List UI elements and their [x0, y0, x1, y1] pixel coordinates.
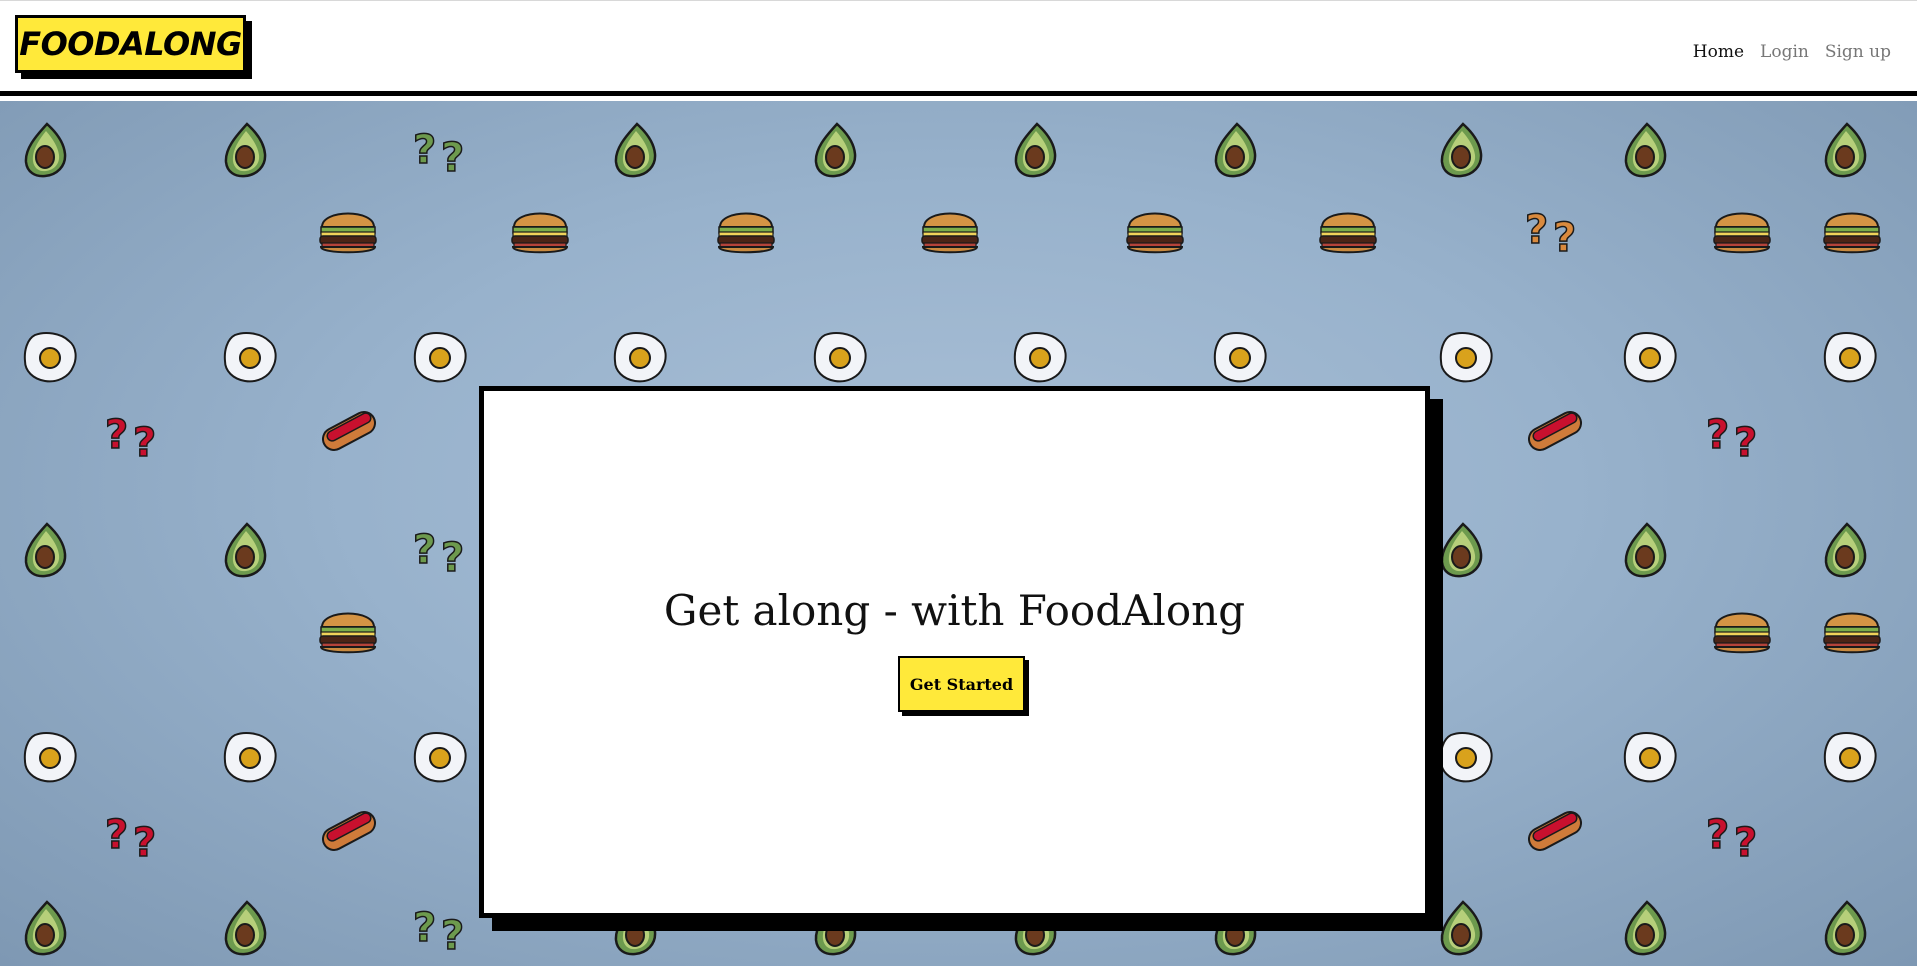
svg-text:?: ? — [413, 527, 436, 573]
burger-icon — [1711, 601, 1773, 661]
question-marks-icon: ?? — [411, 899, 475, 961]
hero-background: ???????????????? Get along - with FoodAl… — [0, 101, 1917, 966]
navbar: FOODALONG Home Login Sign up — [0, 0, 1917, 96]
nav-link-home[interactable]: Home — [1693, 42, 1744, 62]
fried-egg-icon — [1211, 329, 1269, 389]
hero-card: Get along - with FoodAlong Get Started — [479, 386, 1430, 918]
fried-egg-icon — [1821, 329, 1879, 389]
avocado-icon — [1437, 121, 1487, 183]
fried-egg-icon — [221, 329, 279, 389]
avocado-icon — [1621, 899, 1671, 961]
fried-egg-icon — [411, 329, 469, 389]
hotdog-icon — [1523, 406, 1585, 462]
hero-heading: Get along - with FoodAlong — [663, 586, 1246, 635]
burger-icon — [1317, 201, 1379, 261]
question-marks-icon: ?? — [103, 406, 167, 468]
avocado-icon — [221, 899, 271, 961]
fried-egg-icon — [1821, 729, 1879, 789]
fried-egg-icon — [1437, 729, 1495, 789]
avocado-icon — [1821, 521, 1871, 583]
nav-link-signup[interactable]: Sign up — [1825, 42, 1891, 62]
svg-text:?: ? — [1553, 215, 1576, 259]
fried-egg-icon — [1011, 329, 1069, 389]
avocado-icon — [1621, 521, 1671, 583]
burger-icon — [715, 201, 777, 261]
question-marks-icon: ?? — [1523, 201, 1587, 263]
avocado-icon — [1011, 121, 1061, 183]
avocado-icon — [21, 899, 71, 961]
logo-text: FOODALONG — [19, 25, 242, 63]
fried-egg-icon — [1621, 329, 1679, 389]
fried-egg-icon — [611, 329, 669, 389]
svg-text:?: ? — [1734, 420, 1757, 464]
burger-icon — [1821, 201, 1883, 261]
avocado-icon — [611, 121, 661, 183]
avocado-icon — [1821, 899, 1871, 961]
svg-text:?: ? — [1706, 812, 1729, 858]
svg-text:?: ? — [441, 135, 464, 179]
svg-text:?: ? — [133, 820, 156, 864]
question-marks-icon: ?? — [1704, 806, 1768, 868]
fried-egg-icon — [221, 729, 279, 789]
burger-icon — [509, 201, 571, 261]
hotdog-icon — [1523, 806, 1585, 862]
svg-text:?: ? — [133, 420, 156, 464]
avocado-icon — [1621, 121, 1671, 183]
svg-text:?: ? — [441, 535, 464, 579]
hotdog-icon — [317, 806, 379, 862]
nav-link-login[interactable]: Login — [1760, 42, 1809, 62]
avocado-icon — [221, 521, 271, 583]
avocado-icon — [21, 121, 71, 183]
fried-egg-icon — [1437, 329, 1495, 389]
svg-text:?: ? — [441, 913, 464, 957]
fried-egg-icon — [1621, 729, 1679, 789]
burger-icon — [1124, 201, 1186, 261]
avocado-icon — [1821, 121, 1871, 183]
fried-egg-icon — [21, 329, 79, 389]
nav-links: Home Login Sign up — [1693, 42, 1891, 62]
burger-icon — [1711, 201, 1773, 261]
svg-text:?: ? — [413, 127, 436, 173]
svg-text:?: ? — [1734, 820, 1757, 864]
avocado-icon — [221, 121, 271, 183]
fried-egg-icon — [411, 729, 469, 789]
svg-text:?: ? — [413, 905, 436, 951]
burger-icon — [317, 601, 379, 661]
svg-text:?: ? — [1525, 207, 1548, 253]
question-marks-icon: ?? — [103, 806, 167, 868]
burger-icon — [317, 201, 379, 261]
logo[interactable]: FOODALONG — [15, 15, 246, 73]
svg-text:?: ? — [105, 812, 128, 858]
burger-icon — [1821, 601, 1883, 661]
question-marks-icon: ?? — [1704, 406, 1768, 468]
avocado-icon — [811, 121, 861, 183]
burger-icon — [919, 201, 981, 261]
avocado-icon — [1211, 121, 1261, 183]
question-marks-icon: ?? — [411, 121, 475, 183]
hotdog-icon — [317, 406, 379, 462]
avocado-icon — [1437, 521, 1487, 583]
avocado-icon — [1437, 899, 1487, 961]
question-marks-icon: ?? — [411, 521, 475, 583]
avocado-icon — [21, 521, 71, 583]
svg-text:?: ? — [1706, 412, 1729, 458]
fried-egg-icon — [21, 729, 79, 789]
svg-text:?: ? — [105, 412, 128, 458]
get-started-button[interactable]: Get Started — [898, 656, 1025, 712]
fried-egg-icon — [811, 329, 869, 389]
